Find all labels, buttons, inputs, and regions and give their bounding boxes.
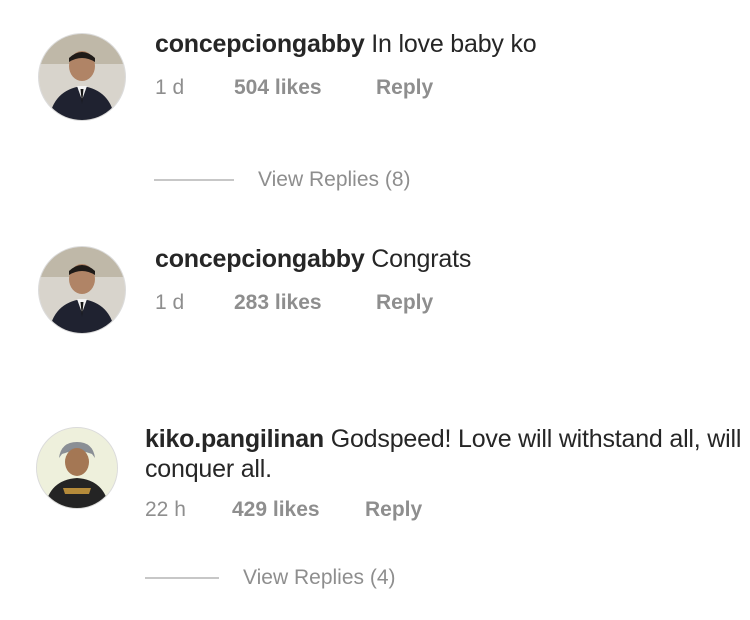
comment-body: Godspeed! Love will withstand all, will (330, 425, 742, 453)
comment-item: kiko.pangilinan Godspeed! Love will with… (0, 410, 750, 610)
avatar[interactable] (38, 33, 126, 121)
comment-meta: 1 d 504 likes Reply (155, 76, 433, 100)
comment-body: Congrats (371, 245, 472, 273)
comment-text: concepciongabby Congrats (155, 244, 471, 274)
comment-username[interactable]: concepciongabby (155, 245, 365, 273)
reply-button[interactable]: Reply (365, 498, 422, 522)
view-replies-label: View Replies (8) (258, 168, 411, 191)
avatar-image (39, 247, 125, 333)
view-replies-button[interactable]: View Replies (8) (154, 168, 411, 192)
comment-timestamp: 1 d (155, 291, 185, 314)
comment-text-continued: conquer all. (145, 454, 272, 484)
comment-likes-count[interactable]: 429 likes (232, 498, 365, 522)
avatar[interactable] (36, 427, 118, 509)
reply-button[interactable]: Reply (376, 291, 433, 315)
view-replies-label: View Replies (4) (243, 566, 396, 589)
comment-likes-count[interactable]: 504 likes (234, 76, 376, 100)
comment-timestamp: 22 h (145, 498, 186, 521)
comment-item: concepciongabby Congrats 1 d 283 likes R… (0, 230, 750, 350)
avatar[interactable] (38, 246, 126, 334)
avatar-image (37, 428, 117, 508)
comment-meta: 22 h 429 likes Reply (145, 498, 422, 522)
comment-text: concepciongabby In love baby ko (155, 29, 537, 59)
comment-likes-count[interactable]: 283 likes (234, 291, 376, 315)
replies-divider (154, 179, 234, 181)
view-replies-button[interactable]: View Replies (4) (145, 566, 396, 590)
comment-username[interactable]: kiko.pangilinan (145, 425, 324, 453)
comment-meta: 1 d 283 likes Reply (155, 291, 433, 315)
comment-timestamp: 1 d (155, 76, 185, 99)
comment-body-continued: conquer all. (145, 455, 272, 483)
reply-button[interactable]: Reply (376, 76, 433, 100)
comment-username[interactable]: concepciongabby (155, 30, 365, 58)
avatar-image (39, 34, 125, 120)
comment-item: concepciongabby In love baby ko 1 d 504 … (0, 0, 750, 200)
comment-text: kiko.pangilinan Godspeed! Love will with… (145, 424, 741, 454)
replies-divider (145, 577, 219, 579)
comment-body: In love baby ko (371, 30, 537, 58)
